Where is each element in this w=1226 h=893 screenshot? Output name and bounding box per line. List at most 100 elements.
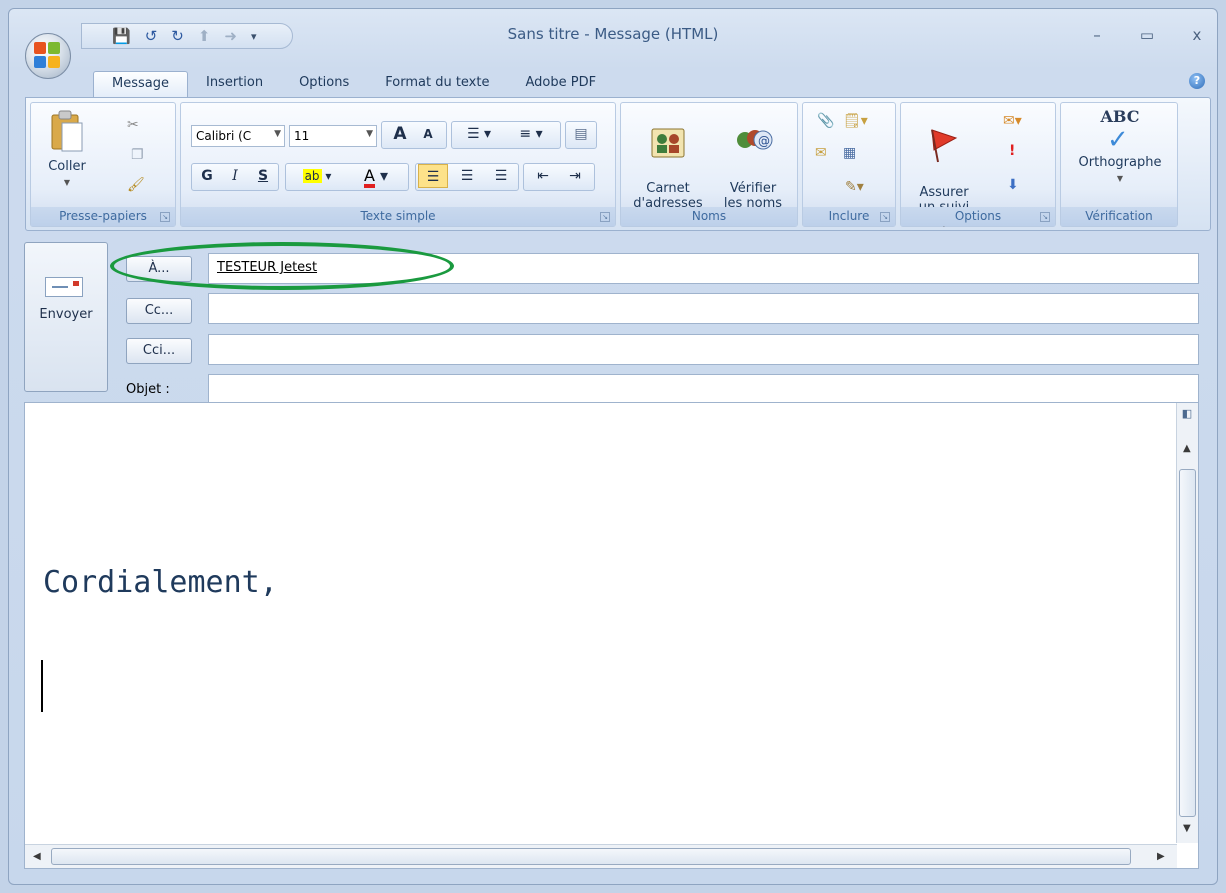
group-label-names: Noms xyxy=(621,207,797,226)
send-button[interactable]: Envoyer xyxy=(24,242,108,392)
to-button[interactable]: À... xyxy=(126,256,192,282)
to-field[interactable]: TESTEUR Jetest xyxy=(208,253,1199,284)
tab-format-du-texte[interactable]: Format du texte xyxy=(367,71,507,97)
font-grow-shrink: A A xyxy=(381,121,447,149)
scroll-up-icon[interactable]: ▲ xyxy=(1183,443,1191,454)
attach-item-icon[interactable]: 🗒▾ xyxy=(843,113,868,129)
help-icon[interactable]: ? xyxy=(1189,73,1205,89)
chevron-down-icon: ▼ xyxy=(366,129,373,139)
spelling-button[interactable]: ABC ✓ Orthographe ▼ xyxy=(1065,109,1175,186)
check-names-button[interactable]: @ Vérifier les noms xyxy=(713,111,793,211)
color-buttons: ab ▾ A ▾ xyxy=(285,163,409,191)
minimize-button[interactable]: – xyxy=(1087,27,1107,43)
tab-message[interactable]: Message xyxy=(93,71,188,97)
bullets-icon[interactable]: ☰ ▾ xyxy=(456,122,502,146)
text-caret xyxy=(41,660,43,712)
font-name-value: Calibri (C xyxy=(196,129,252,143)
underline-button[interactable]: S xyxy=(252,164,274,188)
italic-button[interactable]: I xyxy=(224,164,246,188)
font-size-value: 11 xyxy=(294,129,310,143)
group-label-clipboard: Presse-papiers xyxy=(31,207,175,226)
options-launcher-icon[interactable]: ↘ xyxy=(1040,212,1050,222)
group-clipboard: Coller ▼ ✂ ❐ 🖌 Presse-papiers ↘ xyxy=(30,102,176,227)
tab-adobe-pdf[interactable]: Adobe PDF xyxy=(507,71,614,97)
cc-button[interactable]: Cc... xyxy=(126,298,192,324)
styles-button[interactable]: ▤ xyxy=(565,121,597,149)
basic-text-launcher-icon[interactable]: ↘ xyxy=(600,212,610,222)
paste-button[interactable]: Coller ▼ xyxy=(37,109,97,190)
signature-icon[interactable]: ✎▾ xyxy=(845,179,864,195)
message-body[interactable]: Cordialement, ◧ ▲ ▼ ◀ ▶ xyxy=(24,402,1199,869)
styles-icon: ▤ xyxy=(574,126,588,142)
ribbon-tabs: Message Insertion Options Format du text… xyxy=(93,71,614,97)
paste-label: Coller xyxy=(48,159,86,174)
paste-icon xyxy=(51,110,83,152)
align-center-icon[interactable]: ☰ xyxy=(452,164,482,188)
bcc-field[interactable] xyxy=(208,334,1199,365)
vertical-scrollbar[interactable]: ◧ ▲ ▼ xyxy=(1176,403,1198,843)
alignment-buttons: ☰ ☰ ☰ xyxy=(415,163,519,191)
group-options: Assurer un suivi ▼ ✉▾ ! ⬇ Options ↘ xyxy=(900,102,1056,228)
categorize-icon[interactable]: ✉▾ xyxy=(1003,113,1022,129)
scroll-right-icon[interactable]: ▶ xyxy=(1157,851,1165,862)
low-importance-icon[interactable]: ⬇ xyxy=(1007,177,1019,193)
group-basic-text: Calibri (C ▼ 11 ▼ A A ☰ ▾ ≡ ▾ ▤ G I S ab… xyxy=(180,102,616,227)
scroll-down-icon[interactable]: ▼ xyxy=(1183,823,1191,834)
close-button[interactable]: x xyxy=(1187,27,1207,43)
group-label-options: Options xyxy=(901,207,1055,226)
shrink-font-button[interactable]: A xyxy=(416,122,440,146)
ribbon: Coller ▼ ✂ ❐ 🖌 Presse-papiers ↘ Calibri … xyxy=(25,97,1211,231)
vertical-scroll-thumb[interactable] xyxy=(1179,469,1196,817)
subject-field[interactable] xyxy=(208,374,1199,405)
to-recipient[interactable]: TESTEUR Jetest xyxy=(217,260,317,275)
calendar-icon[interactable]: ▦ xyxy=(843,145,856,161)
scroll-left-icon[interactable]: ◀ xyxy=(33,851,41,862)
office-button[interactable] xyxy=(25,33,71,79)
bold-italic-underline: G I S xyxy=(191,163,279,191)
chevron-down-icon: ▼ xyxy=(274,129,281,139)
high-importance-icon[interactable]: ! xyxy=(1009,143,1015,159)
attach-file-icon[interactable]: 📎 xyxy=(817,113,834,129)
abc-text: ABC xyxy=(1100,107,1140,126)
svg-text:@: @ xyxy=(758,134,770,148)
spelling-dropdown-icon[interactable]: ▼ xyxy=(1117,174,1123,183)
check-names-icon: @ xyxy=(737,130,773,150)
include-launcher-icon[interactable]: ↘ xyxy=(880,212,890,222)
decrease-indent-icon[interactable]: ⇤ xyxy=(528,164,558,188)
cut-icon[interactable]: ✂ xyxy=(127,117,139,133)
group-include: 📎 🗒▾ ✉ ▦ ✎▾ Inclure ↘ xyxy=(802,102,896,227)
increase-indent-icon[interactable]: ⇥ xyxy=(560,164,590,188)
address-book-button[interactable]: Carnet d'adresses xyxy=(627,111,709,211)
grow-font-button[interactable]: A xyxy=(388,122,412,146)
format-painter-icon[interactable]: 🖌 xyxy=(127,177,145,193)
tab-options[interactable]: Options xyxy=(281,71,367,97)
copy-icon[interactable]: ❐ xyxy=(131,147,144,163)
horizontal-scrollbar[interactable]: ◀ ▶ xyxy=(25,844,1177,868)
bold-button[interactable]: G xyxy=(196,164,218,188)
spelling-label: Orthographe xyxy=(1078,155,1162,170)
window-controls: – ▭ x xyxy=(1087,27,1207,43)
bcc-button[interactable]: Cci... xyxy=(126,338,192,364)
group-proofing: ABC ✓ Orthographe ▼ Vérification xyxy=(1060,102,1178,227)
indent-buttons: ⇤ ⇥ xyxy=(523,163,595,191)
clipboard-launcher-icon[interactable]: ↘ xyxy=(160,212,170,222)
tab-insertion[interactable]: Insertion xyxy=(188,71,281,97)
maximize-button[interactable]: ▭ xyxy=(1137,27,1157,43)
align-right-icon[interactable]: ☰ xyxy=(486,164,516,188)
font-color-icon[interactable]: A ▾ xyxy=(348,164,404,188)
align-left-icon[interactable]: ☰ xyxy=(418,164,448,188)
body-text: Cordialement, xyxy=(43,565,278,600)
ruler-toggle-icon[interactable]: ◧ xyxy=(1180,407,1194,429)
highlight-icon[interactable]: ab ▾ xyxy=(290,164,344,188)
font-name-combo[interactable]: Calibri (C ▼ xyxy=(191,125,285,147)
list-buttons: ☰ ▾ ≡ ▾ xyxy=(451,121,561,149)
numbering-icon[interactable]: ≡ ▾ xyxy=(506,122,556,146)
window-title: Sans titre - Message (HTML) xyxy=(507,25,719,43)
paste-dropdown-icon[interactable]: ▼ xyxy=(64,178,70,187)
group-names: Carnet d'adresses @ Vérifier les noms No… xyxy=(620,102,798,227)
cc-field[interactable] xyxy=(208,293,1199,324)
horizontal-scroll-thumb[interactable] xyxy=(51,848,1131,865)
group-label-proofing: Vérification xyxy=(1061,207,1177,226)
business-card-icon[interactable]: ✉ xyxy=(815,145,827,161)
font-size-combo[interactable]: 11 ▼ xyxy=(289,125,377,147)
